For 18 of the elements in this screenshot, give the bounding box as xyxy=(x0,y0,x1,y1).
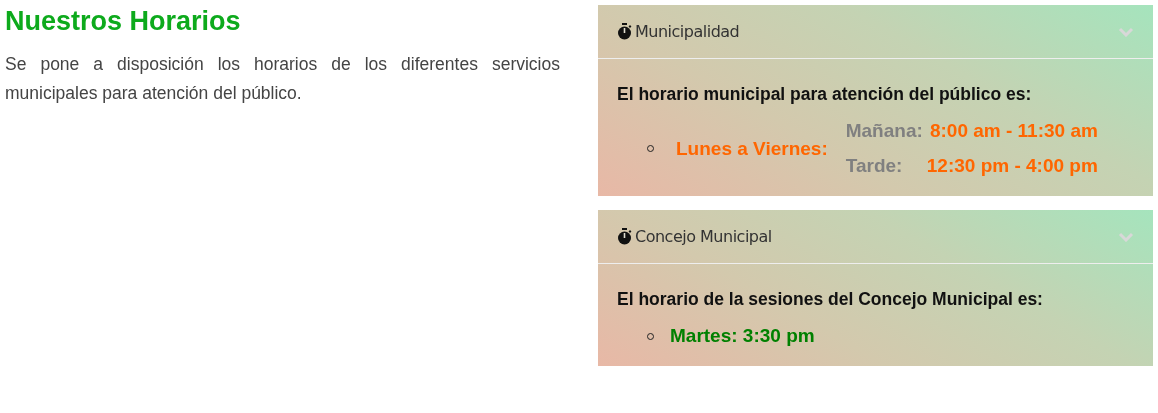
panel-title: Municipalidad xyxy=(635,20,740,43)
intro-paragraph: Se pone a disposición los horarios de los diferentes servicios municipales para atención del público. xyxy=(5,53,560,105)
panel-header[interactable]: Concejo Municipal xyxy=(598,210,1153,264)
stopwatch-icon xyxy=(617,23,632,40)
schedule-text: Martes: 3:30 pm xyxy=(670,324,815,348)
period-label: Tarde: xyxy=(845,154,904,178)
chevron-icon xyxy=(1118,26,1134,37)
day-label: Lunes a Viernes: xyxy=(676,136,828,161)
period-label: Mañana: xyxy=(845,119,923,143)
time-range: 12:30 pm - 4:00 pm xyxy=(926,154,1098,178)
page-title: Nuestros Horarios xyxy=(5,5,242,38)
time-range: 8:00 am - 11:30 am xyxy=(928,119,1098,143)
panel-heading: El horario de la sesiones del Concejo Municipal es: xyxy=(617,288,1044,311)
panel-header[interactable]: Municipalidad xyxy=(598,5,1153,59)
panel-heading: El horario municipal para atención del público es: xyxy=(617,83,1033,106)
stopwatch-icon xyxy=(617,228,632,245)
panel-title: Concejo Municipal xyxy=(635,225,772,248)
chevron-icon xyxy=(1118,231,1134,242)
